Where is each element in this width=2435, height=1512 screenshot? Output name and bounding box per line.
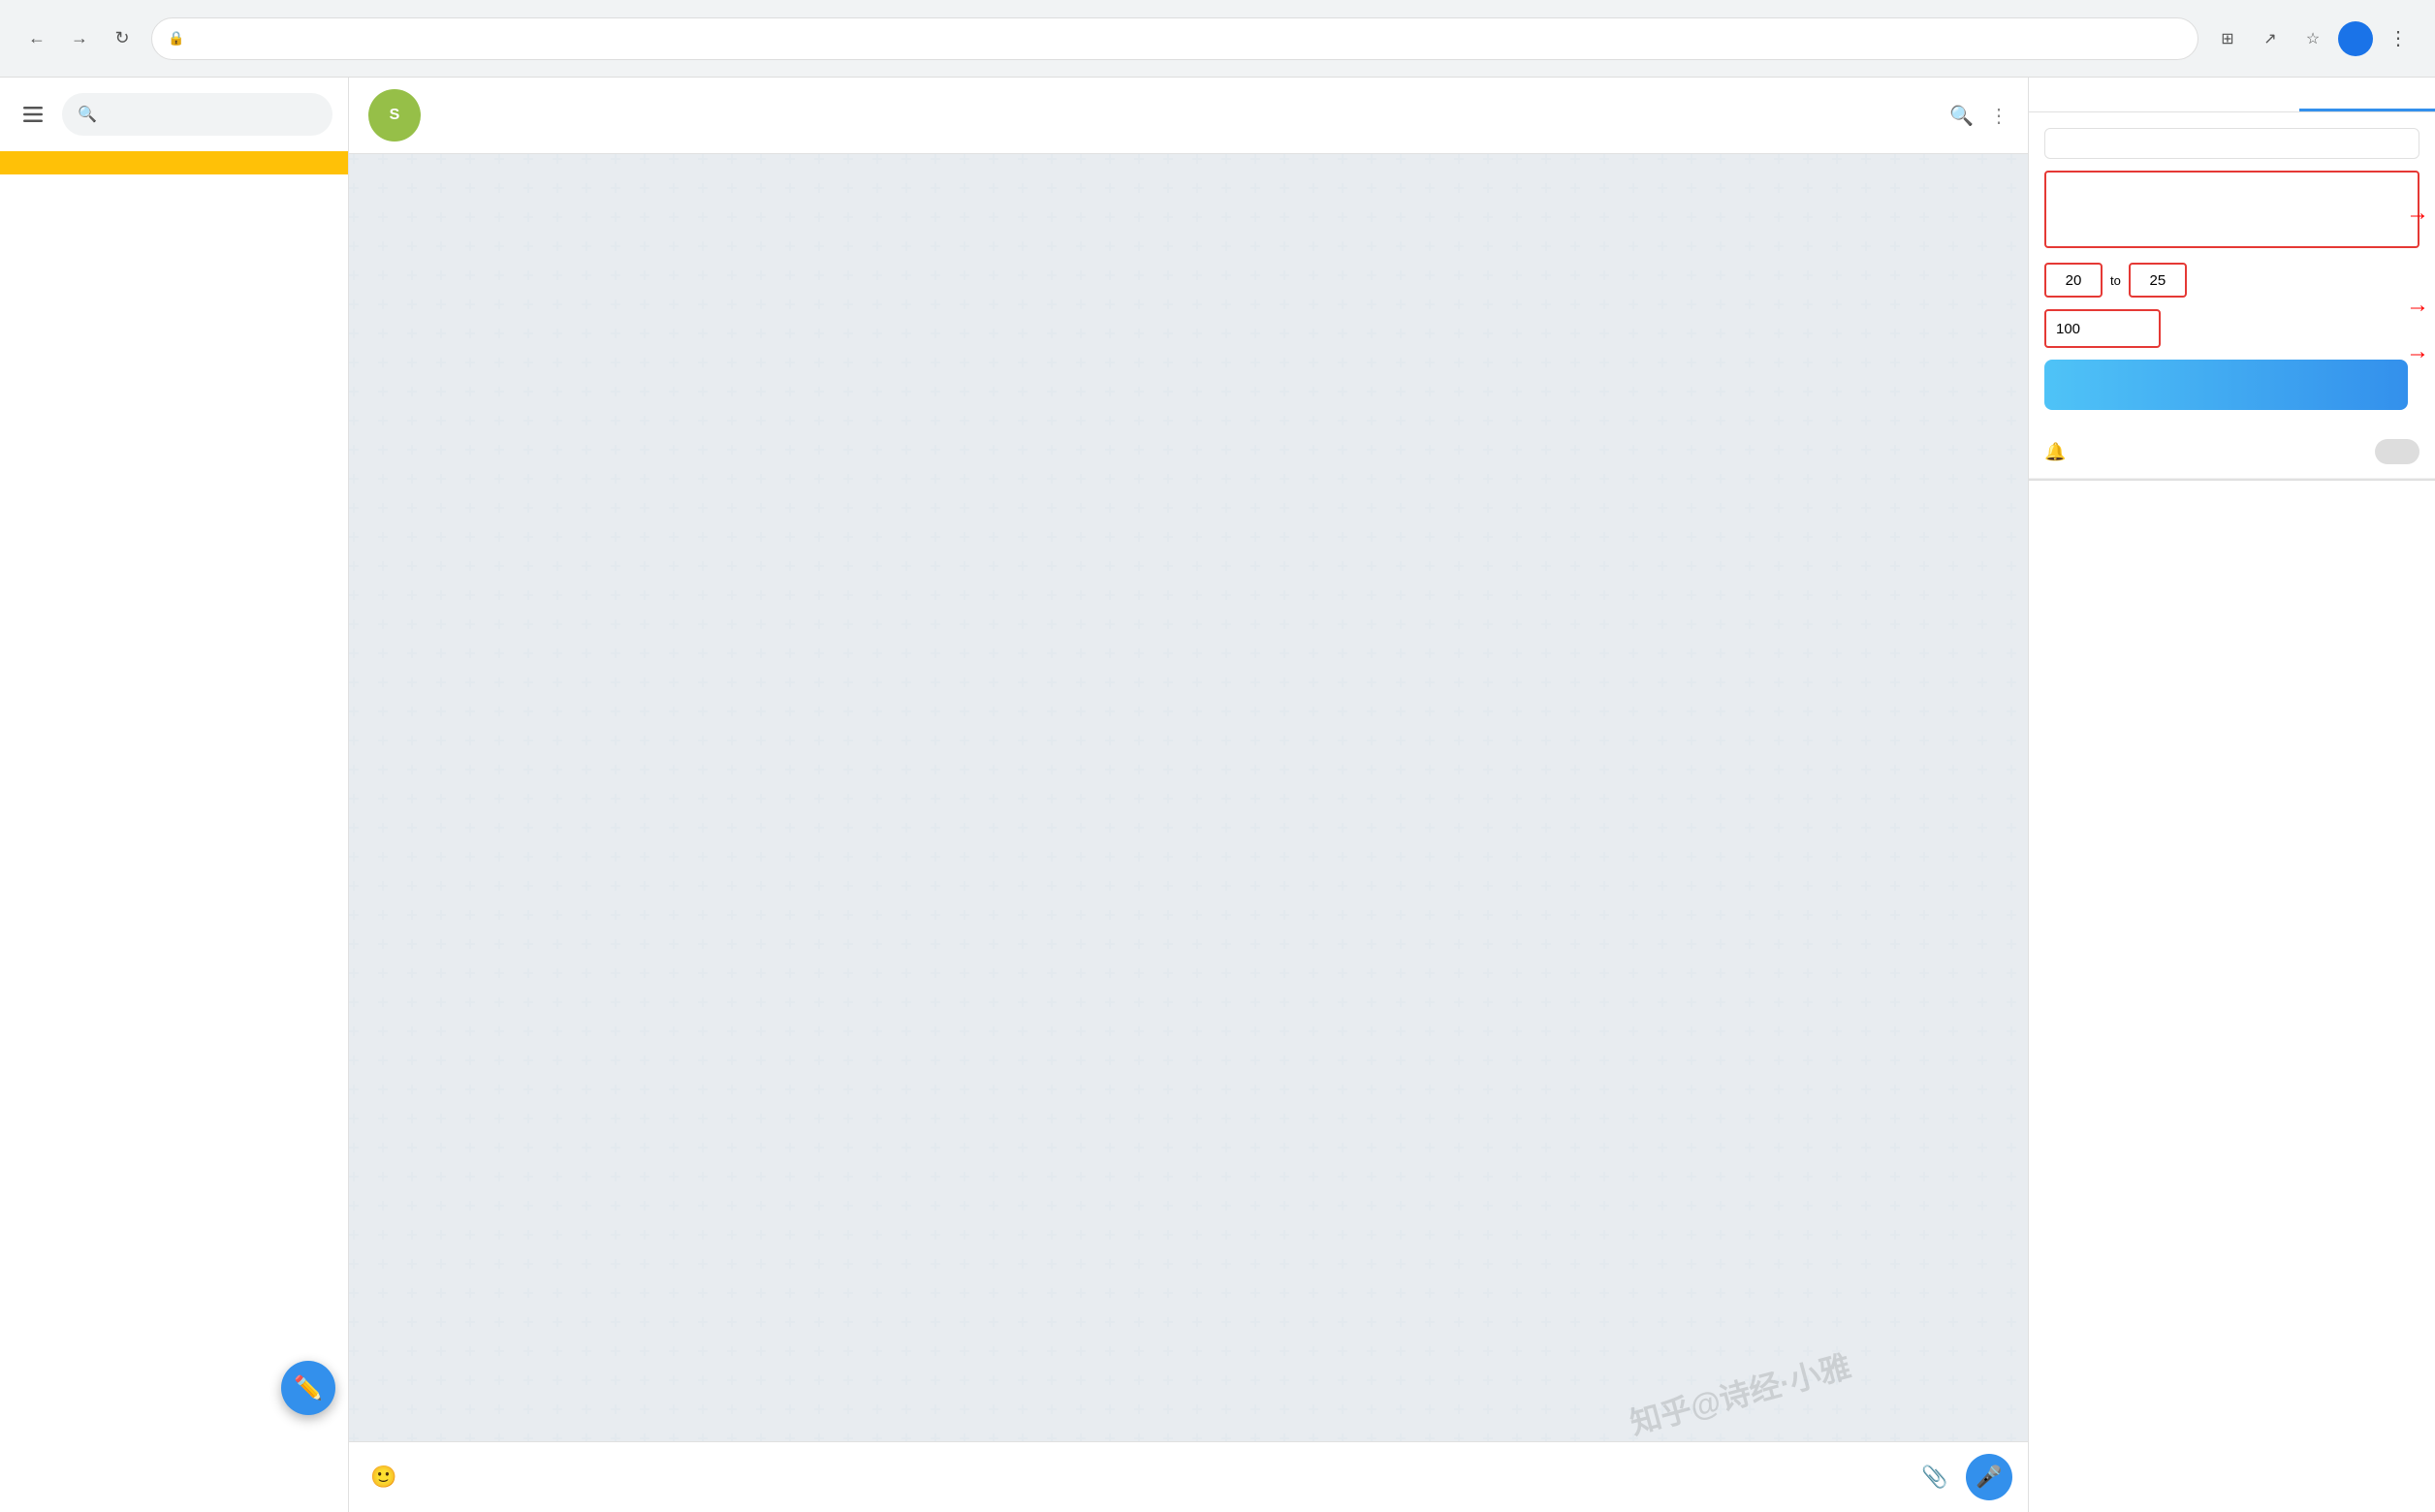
tab-invite[interactable] [2299, 78, 2435, 111]
interval-row: to [2044, 263, 2419, 298]
browser-chrome: ← → ↻ 🔒 ⊞ ↗ ☆ ⋮ [0, 0, 2435, 78]
chat-header: S 🔍 ⋮ [349, 78, 2028, 154]
notifications-toggle[interactable] [2375, 439, 2419, 464]
annotation-interval [2398, 298, 2410, 301]
reload-button[interactable]: ↻ [105, 21, 140, 56]
message-input[interactable] [415, 1456, 1904, 1498]
start-section [2044, 360, 2419, 410]
address-bar[interactable]: 🔒 [151, 17, 2198, 60]
search-input[interactable] [105, 107, 317, 123]
tab-scraper[interactable] [2029, 78, 2165, 111]
edit-fab[interactable]: ✏️ [281, 1361, 335, 1415]
reconnect-banner [0, 151, 348, 174]
share-button[interactable]: ↗ [2253, 21, 2288, 56]
chat-area: S 🔍 ⋮ 🙂 📎 🎤 [349, 78, 2028, 1512]
invites-section: → [2044, 309, 2419, 348]
interval-from-input[interactable] [2044, 263, 2103, 298]
members-list [2029, 481, 2435, 1512]
usernames-textarea[interactable] [2044, 171, 2419, 248]
menu-button[interactable]: ⋮ [2381, 21, 2416, 56]
interval-section: to → [2044, 263, 2419, 298]
search-icon: 🔍 [78, 105, 97, 124]
notifications-row: 🔔 [2029, 425, 2435, 479]
how-to-box [2044, 128, 2419, 159]
chat-header-avatar: S [368, 89, 421, 142]
arrow-usernames: → [2406, 200, 2429, 227]
more-options-icon[interactable]: ⋮ [1989, 104, 2008, 128]
invites-input[interactable] [2044, 309, 2161, 348]
usernames-section: → [2044, 171, 2419, 251]
notifications-label: 🔔 [2044, 442, 2075, 462]
search-chat-icon[interactable]: 🔍 [1949, 104, 1974, 128]
extensions-button[interactable]: ⊞ [2210, 21, 2245, 56]
app-container: 🔍 S 🔍 ⋮ [0, 78, 2435, 1512]
sidebar-header: 🔍 [0, 78, 348, 151]
contacts-header [0, 1493, 348, 1512]
annotation-invites [2398, 344, 2410, 348]
profile-avatar[interactable] [2338, 21, 2373, 56]
invite-content: → to → → [2029, 112, 2435, 425]
start-inviting-button[interactable] [2044, 360, 2408, 410]
search-box[interactable]: 🔍 [62, 93, 332, 136]
message-input-area: 🙂 📎 🎤 [349, 1441, 2028, 1512]
browser-actions: ⊞ ↗ ☆ ⋮ [2210, 21, 2416, 56]
tab-message[interactable] [2165, 78, 2300, 111]
bookmark-button[interactable]: ☆ [2295, 21, 2330, 56]
panel-tabs [2029, 78, 2435, 112]
mic-button[interactable]: 🎤 [1966, 1454, 2012, 1500]
bell-icon: 🔔 [2044, 442, 2066, 462]
sidebar: 🔍 [0, 78, 349, 1512]
chat-header-actions: 🔍 ⋮ [1949, 104, 2008, 128]
forward-button[interactable]: → [62, 21, 97, 56]
chat-list [0, 174, 348, 1493]
annotation-usernames [2398, 205, 2410, 209]
attach-button[interactable]: 📎 [1915, 1458, 1954, 1496]
back-button[interactable]: ← [19, 21, 54, 56]
right-panel: → to → → [2028, 78, 2435, 1512]
emoji-button[interactable]: 🙂 [364, 1458, 403, 1496]
browser-controls: ← → ↻ [19, 21, 140, 56]
hamburger-menu[interactable] [16, 97, 50, 132]
messages-container [349, 154, 2028, 1441]
interval-to-input[interactable] [2129, 263, 2187, 298]
